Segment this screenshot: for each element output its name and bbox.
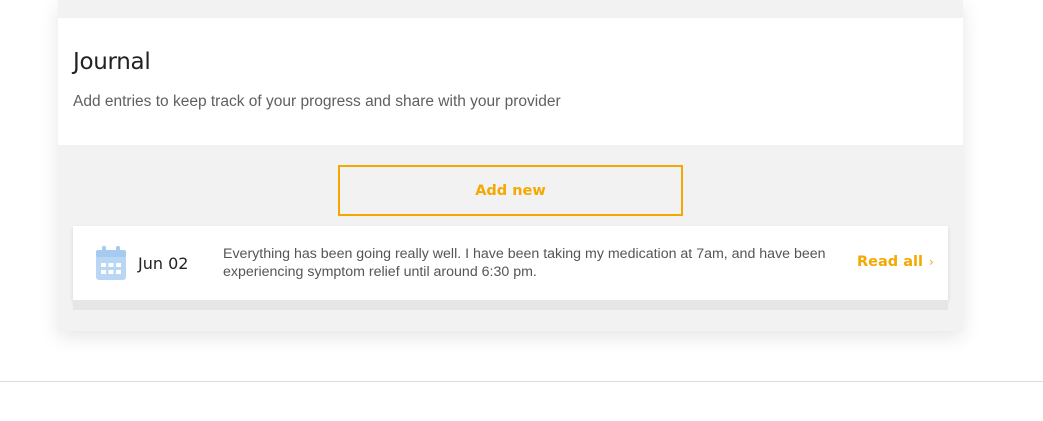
journal-header: Journal Add entries to keep track of you… xyxy=(58,18,963,145)
entry-text: Everything has been going really well. I… xyxy=(223,246,826,280)
calendar-icon xyxy=(96,246,126,280)
journal-title: Journal xyxy=(73,49,151,75)
chevron-right-icon: › xyxy=(928,255,934,269)
entry-date: Jun 02 xyxy=(138,254,189,273)
entry-list-footer xyxy=(73,300,948,310)
journal-subtitle: Add entries to keep track of your progre… xyxy=(73,93,561,110)
previous-section-strip xyxy=(58,0,963,18)
read-all-label: Read all xyxy=(857,254,923,270)
read-all-link[interactable]: Read all › xyxy=(857,254,934,270)
journal-card: Journal Add entries to keep track of you… xyxy=(58,0,963,331)
journal-entry[interactable]: Jun 02 Everything has been going really … xyxy=(73,226,948,300)
add-new-button[interactable]: Add new xyxy=(338,165,683,216)
page-divider xyxy=(0,381,1043,382)
